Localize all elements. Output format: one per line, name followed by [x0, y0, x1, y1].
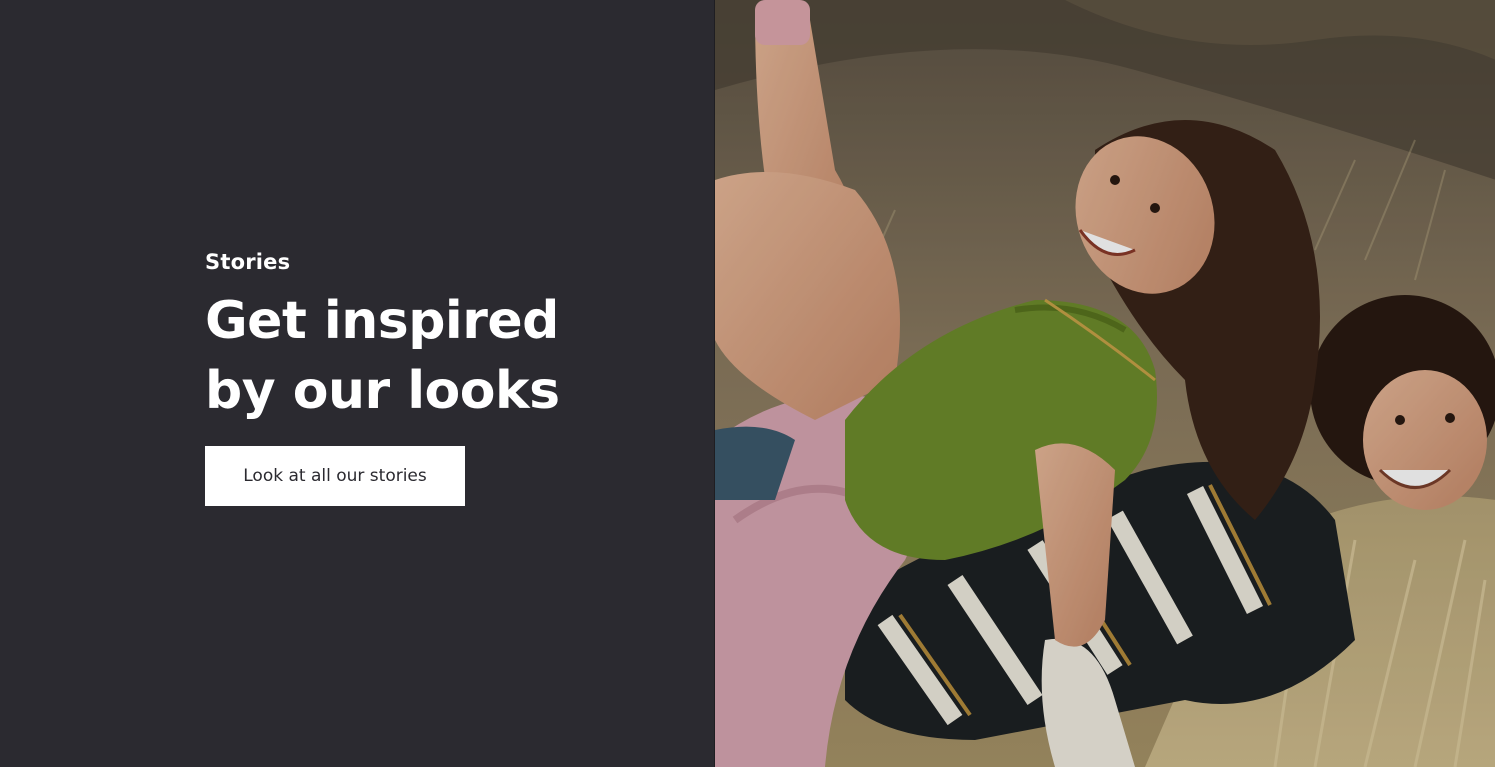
headline-line-2: by our looks — [205, 361, 560, 421]
section-eyebrow: Stories — [205, 250, 291, 274]
hero-image — [714, 0, 1495, 767]
stories-content: Stories Get inspired by our looks Look a… — [205, 248, 625, 506]
hero-photo-illustration — [715, 0, 1495, 767]
stories-text-panel: Stories Get inspired by our looks Look a… — [0, 0, 714, 767]
headline-line-1: Get inspired — [205, 291, 559, 351]
stories-section: Stories Get inspired by our looks Look a… — [0, 0, 1495, 767]
section-headline: Get inspired by our looks — [205, 286, 625, 426]
view-all-stories-button[interactable]: Look at all our stories — [205, 446, 465, 506]
